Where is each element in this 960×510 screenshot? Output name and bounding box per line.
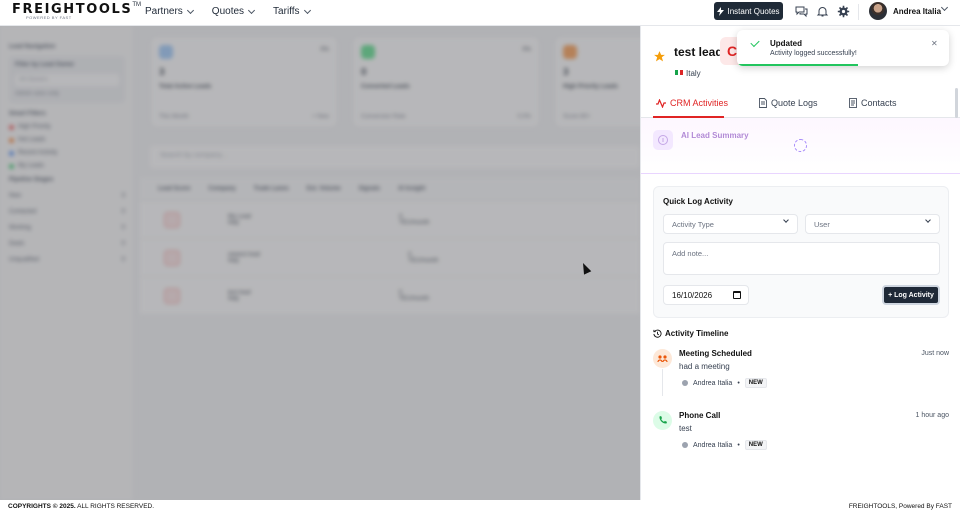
nav-tariffs[interactable]: Tariffs (273, 6, 311, 17)
tab-crm-activities[interactable]: CRM Activities (656, 98, 728, 108)
user-icon (682, 380, 688, 386)
tab-crm-activities-label: CRM Activities (670, 98, 729, 108)
chevron-down-icon (186, 6, 194, 14)
panel-scrollbar[interactable] (955, 88, 958, 118)
panel-tabs: CRM Activities Quote Logs Contacts (641, 90, 960, 118)
footer-copyright: COPYRIGHTS © 2025. ALL RIGHTS RESERVED. (8, 503, 154, 510)
nav-quotes-label: Quotes (211, 6, 245, 17)
background-page: Lead Navigation Filter by Lead Owner All… (0, 26, 640, 500)
activity-timeline-title: Activity Timeline (665, 329, 729, 338)
instant-quotes-button[interactable]: Instant Quotes (714, 2, 783, 20)
toast-progress-bar (737, 64, 858, 66)
lead-name: test lead (674, 45, 723, 59)
timeline-item-desc: had a meeting (679, 362, 730, 371)
user-avatar[interactable] (869, 2, 887, 20)
chevron-down-icon (783, 217, 789, 223)
footer-copyright-bold: COPYRIGHTS © 2025. (8, 503, 76, 510)
chevron-down-icon (925, 217, 931, 223)
history-icon (653, 329, 662, 338)
lead-detail-panel: test lead C Italy CRM Activities Quote L… (640, 26, 960, 500)
italy-flag-icon (675, 70, 684, 75)
timeline-item-meta: Andrea Italia • NEW (682, 440, 767, 450)
document-icon (759, 98, 767, 108)
toast-title: Updated (770, 39, 802, 48)
tab-quote-logs[interactable]: Quote Logs (759, 98, 818, 108)
footer-copyright-rest: ALL RIGHTS RESERVED. (75, 503, 155, 510)
brand-logo[interactable]: FREIGHTOOLSTM POWERED BY FAST (12, 2, 141, 20)
nav-divider (858, 4, 859, 20)
new-badge: NEW (744, 378, 767, 388)
quick-log-title: Quick Log Activity (663, 197, 733, 206)
activity-type-select[interactable]: Activity Type (663, 214, 798, 234)
date-input[interactable]: 16/10/2026 (663, 285, 749, 305)
bell-icon[interactable] (816, 5, 829, 18)
ai-summary-title: AI Lead Summary (681, 131, 749, 140)
chat-icon[interactable] (795, 5, 808, 18)
main-nav: Partners Quotes Tariffs (145, 6, 311, 17)
note-textarea[interactable]: Add note... (663, 242, 940, 275)
log-activity-button[interactable]: + Log Activity (882, 285, 940, 305)
gear-icon[interactable] (837, 5, 850, 18)
tab-quote-logs-label: Quote Logs (771, 98, 818, 108)
timeline-item-user: Andrea Italia (693, 441, 733, 449)
timeline-item-meta: Andrea Italia • NEW (682, 378, 767, 388)
nav-partners-label: Partners (145, 6, 183, 17)
top-icons (795, 5, 850, 18)
page-footer: COPYRIGHTS © 2025. ALL RIGHTS RESERVED. … (0, 500, 960, 510)
user-icon (682, 442, 688, 448)
separator-dot: • (737, 441, 740, 449)
timeline-item-time: Just now (921, 350, 949, 357)
user-select[interactable]: User (805, 214, 940, 234)
meeting-icon (653, 349, 672, 368)
close-icon[interactable]: ✕ (931, 39, 938, 48)
calendar-icon[interactable] (733, 291, 741, 299)
user-name[interactable]: Andrea Italia (893, 7, 941, 16)
modal-overlay[interactable] (0, 26, 640, 500)
lightning-icon (717, 6, 725, 16)
user-select-value: User (814, 220, 830, 229)
nav-partners[interactable]: Partners (145, 6, 194, 17)
lead-country: Italy (686, 69, 701, 78)
timeline-item-time: 1 hour ago (915, 412, 949, 419)
nav-quotes[interactable]: Quotes (211, 6, 256, 17)
activity-type-value: Activity Type (672, 220, 714, 229)
info-icon (653, 130, 673, 150)
new-badge: NEW (744, 440, 767, 450)
activity-icon (656, 98, 666, 108)
timeline-item-title: Meeting Scheduled (679, 349, 752, 358)
timeline-item-desc: test (679, 424, 692, 433)
chevron-down-icon (303, 6, 311, 14)
timeline-connector (662, 369, 663, 396)
success-toast: Updated Activity logged successfully! ✕ (737, 30, 949, 66)
check-icon (750, 37, 760, 48)
star-icon[interactable] (653, 50, 666, 63)
quick-log-activity: Quick Log Activity Activity Type User Ad… (653, 186, 949, 318)
nav-tariffs-label: Tariffs (273, 6, 300, 17)
top-navbar: FREIGHTOOLSTM POWERED BY FAST Partners Q… (0, 0, 960, 26)
tab-contacts[interactable]: Contacts (849, 98, 897, 108)
toast-message: Activity logged successfully! (770, 50, 857, 57)
tab-contacts-label: Contacts (861, 98, 897, 108)
instant-quotes-label: Instant Quotes (727, 6, 780, 16)
brand-tm: TM (132, 2, 142, 8)
timeline-item-title: Phone Call (679, 411, 721, 420)
date-value: 16/10/2026 (672, 291, 713, 300)
ai-lead-summary: AI Lead Summary (641, 118, 960, 174)
phone-icon (653, 411, 672, 430)
chevron-down-icon[interactable] (940, 3, 949, 12)
timeline-item-user: Andrea Italia (693, 379, 733, 387)
separator-dot: • (737, 379, 740, 387)
footer-powered-by[interactable]: FREIGHTOOLS, Powered By FAST (849, 503, 952, 510)
chevron-down-icon (248, 6, 256, 14)
loading-spinner-icon (794, 139, 807, 152)
contact-card-icon (849, 98, 857, 108)
